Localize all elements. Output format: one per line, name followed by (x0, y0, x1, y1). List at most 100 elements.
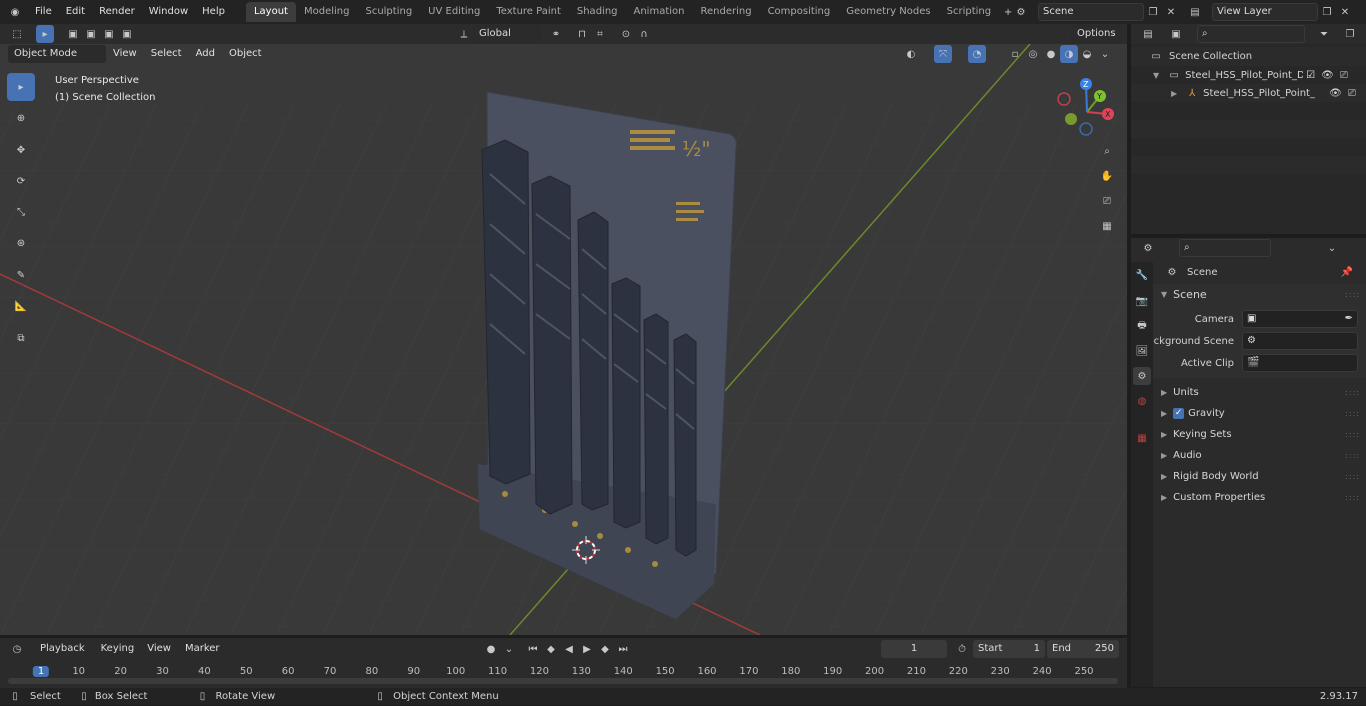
options-button[interactable]: Options (1071, 25, 1123, 43)
panel-gravity[interactable]: ▶ ✓ Gravity:::: (1131, 403, 1366, 424)
tab-texture-paint[interactable]: Texture Paint (488, 2, 569, 22)
camera-view-icon[interactable]: ⎚ (1098, 192, 1116, 210)
measure-tool-icon[interactable]: 📐 (7, 292, 35, 320)
properties-search-input[interactable]: ⌕ (1179, 239, 1271, 257)
close-view-layer-icon[interactable]: ✕ (1336, 3, 1354, 21)
menu-help[interactable]: Help (195, 0, 232, 24)
tab-uv-editing[interactable]: UV Editing (420, 2, 488, 22)
transform-orientation-selector[interactable]: Global (473, 25, 541, 43)
add-cube-tool-icon[interactable]: ⧉ (7, 324, 35, 352)
menu-file[interactable]: File (28, 0, 59, 24)
blender-logo-icon[interactable]: ◉ (6, 3, 24, 21)
display-mode-icon[interactable]: ▣ (1167, 25, 1185, 43)
texture-tab-icon[interactable]: ▦ (1133, 429, 1151, 447)
render-tab-icon[interactable]: 📷 (1133, 292, 1151, 310)
tab-geometry-nodes[interactable]: Geometry Nodes (838, 2, 938, 22)
scale-tool-icon[interactable]: ⤡ (7, 198, 35, 226)
tab-scripting[interactable]: Scripting (939, 2, 999, 22)
vp-menu-object[interactable]: Object (222, 45, 269, 63)
vp-menu-view[interactable]: View (106, 45, 144, 63)
rotate-tool-icon[interactable]: ⟳ (7, 167, 35, 195)
overlays-toggle-icon[interactable]: ◔ (968, 45, 986, 63)
render-camera-icon[interactable]: ⎚ (1340, 70, 1348, 81)
timeline-scrollbar[interactable] (8, 678, 1118, 684)
tab-compositing[interactable]: Compositing (760, 2, 839, 22)
new-view-layer-icon[interactable]: ❐ (1318, 3, 1336, 21)
3d-viewport[interactable]: ½" X Y Z User Perspective (1) Scene Coll… (0, 44, 1127, 635)
shading-options-icon[interactable]: ⌄ (1096, 45, 1114, 63)
select-subtract-icon[interactable]: ▣ (100, 25, 118, 43)
view-layer-tab-icon[interactable]: 🖼 (1133, 342, 1151, 360)
snap-icon[interactable]: ⊓ (573, 25, 591, 43)
new-scene-icon[interactable]: ❐ (1144, 3, 1162, 21)
panel-custom-properties[interactable]: ▶ Custom Properties:::: (1131, 487, 1366, 508)
scene-selector[interactable]: Scene (1038, 3, 1144, 21)
properties-editor-icon[interactable]: ⚙ (1139, 239, 1157, 257)
tool-tab-icon[interactable]: 🔧 (1133, 266, 1151, 284)
tab-animation[interactable]: Animation (626, 2, 693, 22)
tab-shading[interactable]: Shading (569, 2, 626, 22)
panel-grip-icon[interactable]: :::: (1345, 290, 1360, 299)
outliner-editor-icon[interactable]: ▤ (1139, 25, 1157, 43)
panel-keying-sets[interactable]: ▶ Keying Sets:::: (1131, 424, 1366, 445)
annotate-tool-icon[interactable]: ✎ (7, 261, 35, 289)
pivot-icon[interactable]: ⚭ (547, 25, 565, 43)
visibility-icon[interactable]: ◐ (902, 45, 920, 63)
panel-grip-icon[interactable]: :::: (1345, 382, 1360, 403)
mode-selector[interactable]: Object Mode (8, 45, 106, 63)
select-box-tool-icon[interactable]: ▸ (7, 73, 35, 101)
transform-tool-icon[interactable]: ⊛ (7, 229, 35, 257)
tab-layout[interactable]: Layout (245, 2, 296, 22)
menu-render[interactable]: Render (92, 0, 142, 24)
vp-menu-add[interactable]: Add (189, 45, 222, 63)
cursor-tool-icon[interactable]: ⊕ (7, 104, 35, 132)
background-scene-field[interactable]: ⚙ (1242, 332, 1358, 350)
tab-rendering[interactable]: Rendering (692, 2, 759, 22)
filter-icon[interactable]: ⏷ (1315, 25, 1333, 43)
include-checkbox-icon[interactable]: ☑ (1306, 70, 1315, 81)
close-scene-icon[interactable]: ✕ (1162, 3, 1180, 21)
outliner-row-collection[interactable]: ▼ ▭ Steel_HSS_Pilot_Point_Drill_Bi ☑ 👁 ⎚ (1131, 66, 1366, 84)
scene-tab-icon[interactable]: ⚙ (1133, 367, 1151, 385)
view-layer-selector[interactable]: View Layer (1212, 3, 1318, 21)
wireframe-shading-icon[interactable]: ◎ (1024, 45, 1042, 63)
outliner-row-root[interactable]: ▭ Scene Collection (1131, 47, 1366, 66)
snap-target-icon[interactable]: ⌗ (591, 25, 609, 43)
hide-eye-icon[interactable]: 👁 (1329, 88, 1342, 99)
falloff-icon[interactable]: ∩ (635, 25, 653, 43)
outliner-search-input[interactable]: ⌕ (1197, 25, 1305, 43)
render-camera-icon[interactable]: ⎚ (1348, 88, 1356, 99)
world-tab-icon[interactable]: ◍ (1133, 392, 1151, 410)
editor-type-icon[interactable]: ⬚ (8, 25, 26, 43)
zoom-icon[interactable]: ⌕ (1098, 142, 1116, 160)
tab-modeling[interactable]: Modeling (296, 2, 358, 22)
tab-sculpting[interactable]: Sculpting (357, 2, 420, 22)
expand-object-icon[interactable]: ▶ (1171, 89, 1177, 98)
hide-eye-icon[interactable]: 👁 (1321, 70, 1334, 81)
menu-edit[interactable]: Edit (59, 0, 92, 24)
tweak-tool-icon[interactable]: ▸ (36, 25, 54, 43)
panel-grip-icon[interactable]: :::: (1345, 403, 1360, 424)
active-clip-field[interactable]: 🎬 (1242, 354, 1358, 372)
panel-grip-icon[interactable]: :::: (1345, 487, 1360, 508)
view-layer-icon[interactable]: ▤ (1186, 3, 1204, 21)
xray-icon[interactable]: ▫ (1006, 45, 1024, 63)
pin-icon[interactable]: 📌 (1338, 263, 1356, 281)
vp-menu-select[interactable]: Select (144, 45, 189, 63)
proportional-edit-icon[interactable]: ⊙ (617, 25, 635, 43)
solid-shading-icon[interactable]: ● (1042, 45, 1060, 63)
scene-icon[interactable]: ⚙ (1012, 3, 1030, 21)
expand-collection-icon[interactable]: ▼ (1153, 71, 1159, 80)
menu-window[interactable]: Window (142, 0, 195, 24)
eyedropper-icon[interactable]: ✒ (1345, 311, 1353, 327)
select-invert-icon[interactable]: ▣ (118, 25, 136, 43)
move-tool-icon[interactable]: ✥ (7, 136, 35, 164)
select-extend-icon[interactable]: ▣ (82, 25, 100, 43)
output-tab-icon[interactable]: 🖶 (1133, 317, 1151, 335)
scene-panel-header[interactable]: ▼ Scene :::: (1131, 284, 1366, 304)
panel-grip-icon[interactable]: :::: (1345, 466, 1360, 487)
select-new-icon[interactable]: ▣ (64, 25, 82, 43)
rendered-shading-icon[interactable]: ◒ (1078, 45, 1096, 63)
gizmo-toggle-icon[interactable]: ⤧ (934, 45, 952, 63)
properties-options-icon[interactable]: ⌄ (1323, 239, 1341, 257)
